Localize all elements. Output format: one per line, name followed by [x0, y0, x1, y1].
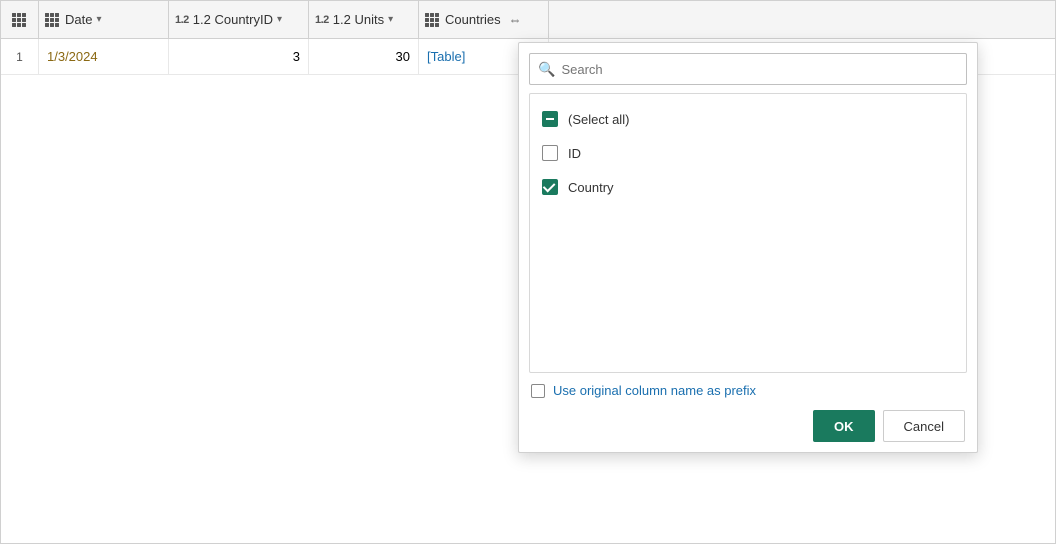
- cell-units-1: 30: [309, 39, 419, 74]
- col-countryid-dropdown[interactable]: ▾: [277, 14, 282, 25]
- cell-countryid-1: 3: [169, 39, 309, 74]
- buttons-row: OK Cancel: [529, 410, 967, 442]
- col-countries-label: Countries: [445, 12, 501, 27]
- cancel-button[interactable]: Cancel: [883, 410, 965, 442]
- col-date-label: Date: [65, 12, 92, 27]
- checkbox-country[interactable]: [542, 179, 558, 195]
- expand-icon[interactable]: ⇔: [509, 12, 522, 27]
- countries-grid-icon: [425, 13, 439, 27]
- checkbox-id[interactable]: [542, 145, 558, 161]
- prefix-checkbox[interactable]: [531, 384, 545, 398]
- grid-icon: [12, 13, 26, 27]
- column-picker-dropdown: 🔍 (Select all) ID Country Use original c…: [518, 42, 978, 453]
- date-grid-icon: [45, 13, 59, 27]
- col-header-units: 1.2 1.2 Units ▾: [309, 1, 419, 38]
- list-item-country[interactable]: Country: [530, 170, 966, 204]
- search-input[interactable]: [561, 62, 958, 77]
- col-header-date: Date ▾: [39, 1, 169, 38]
- label-id: ID: [568, 146, 581, 161]
- search-icon: 🔍: [538, 61, 555, 78]
- label-select-all: (Select all): [568, 112, 629, 127]
- label-country: Country: [568, 180, 614, 195]
- col-header-countries: Countries ⇔: [419, 1, 549, 38]
- prefix-label: Use original column name as prefix: [553, 383, 756, 398]
- columns-list: (Select all) ID Country: [529, 93, 967, 373]
- col-header-countryid: 1.2 1.2 CountryID ▾: [169, 1, 309, 38]
- ok-button[interactable]: OK: [813, 410, 875, 442]
- list-item-select-all[interactable]: (Select all): [530, 102, 966, 136]
- col-countryid-label: 1.2 CountryID: [193, 12, 273, 27]
- list-item-id[interactable]: ID: [530, 136, 966, 170]
- col-date-dropdown[interactable]: ▾: [96, 14, 101, 25]
- cell-rownum-1: 1: [1, 39, 39, 74]
- col-units-dropdown[interactable]: ▾: [388, 14, 393, 25]
- col-header-rownum: [1, 1, 39, 38]
- table-header: Date ▾ 1.2 1.2 CountryID ▾ 1.2 1.2 Units…: [1, 1, 1055, 39]
- checkbox-select-all[interactable]: [542, 111, 558, 127]
- search-box[interactable]: 🔍: [529, 53, 967, 85]
- use-prefix-row[interactable]: Use original column name as prefix: [529, 383, 967, 398]
- units-type-icon: 1.2: [315, 14, 329, 26]
- col-units-label: 1.2 Units: [333, 12, 384, 27]
- cell-date-1: 1/3/2024: [39, 39, 169, 74]
- countryid-type-icon: 1.2: [175, 14, 189, 26]
